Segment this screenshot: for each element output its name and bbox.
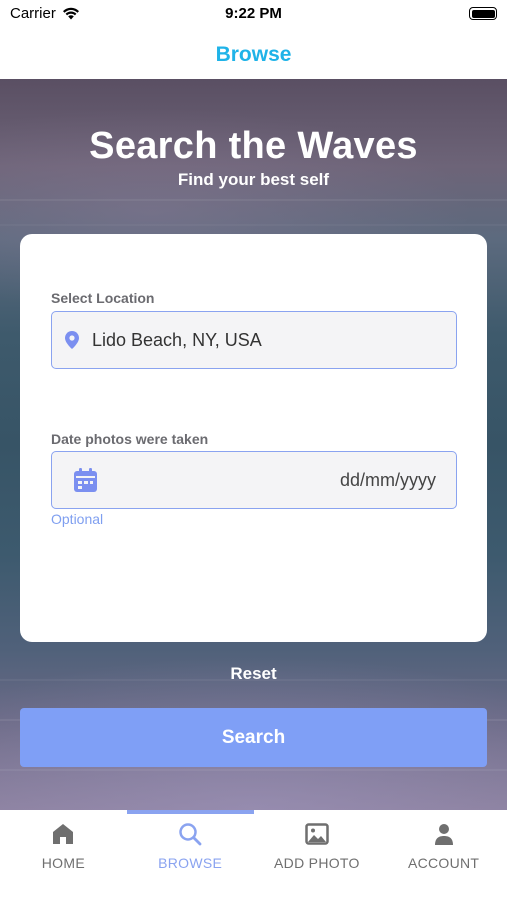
home-icon [50, 821, 76, 847]
tab-add-photo-label: ADD PHOTO [274, 855, 360, 871]
location-label: Select Location [51, 290, 155, 306]
tab-bar: HOME BROWSE ADD PHOTO ACCOUNT [0, 810, 507, 900]
search-form-card: Select Location Lido Beach, NY, USA Date… [20, 234, 487, 642]
date-optional-hint: Optional [51, 511, 104, 527]
tab-add-photo[interactable]: ADD PHOTO [254, 810, 381, 900]
active-tab-indicator [126, 810, 254, 814]
location-pin-icon [65, 331, 79, 349]
status-time: 9:22 PM [225, 5, 282, 22]
search-icon [177, 821, 203, 847]
status-bar: Carrier 9:22 PM [0, 0, 507, 30]
tab-browse[interactable]: BROWSE [126, 810, 254, 900]
tab-browse-label: BROWSE [158, 855, 223, 871]
date-field[interactable]: dd/mm/yyyy [51, 451, 457, 509]
hero-subtitle: Find your best self [177, 170, 330, 189]
date-label: Date photos were taken [51, 431, 209, 447]
tab-home-label: HOME [41, 855, 85, 871]
person-icon [431, 821, 457, 847]
date-placeholder: dd/mm/yyyy [339, 470, 436, 490]
navigation-bar: Browse [0, 30, 507, 79]
battery-icon [469, 7, 497, 20]
hero-title: Search the Waves [89, 125, 418, 167]
tab-account[interactable]: ACCOUNT [380, 810, 507, 900]
nav-title: Browse [215, 42, 292, 66]
tab-home[interactable]: HOME [0, 810, 127, 900]
calendar-icon [74, 468, 97, 492]
image-icon [304, 821, 330, 847]
tab-account-label: ACCOUNT [407, 855, 480, 871]
location-field[interactable]: Lido Beach, NY, USA [51, 311, 457, 369]
location-value: Lido Beach, NY, USA [92, 330, 262, 350]
search-button[interactable]: Search [20, 708, 487, 767]
reset-button[interactable]: Reset [0, 664, 507, 684]
